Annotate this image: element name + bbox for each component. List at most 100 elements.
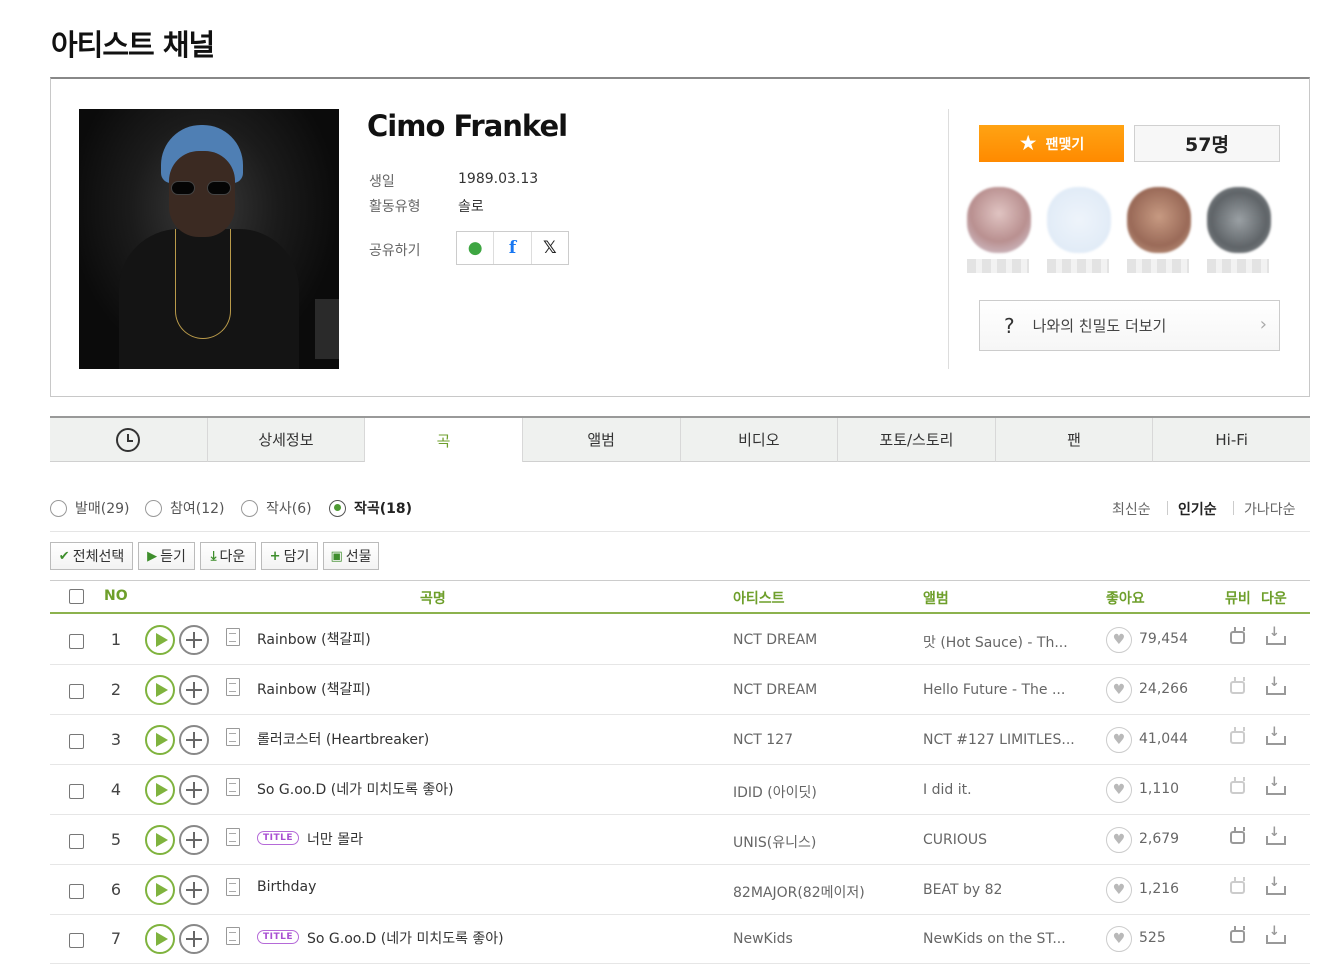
- select-all-checkbox[interactable]: [69, 589, 84, 604]
- kakao-share-icon[interactable]: ●: [457, 232, 495, 264]
- heart-icon[interactable]: ♥: [1106, 677, 1132, 703]
- heart-icon[interactable]: ♥: [1106, 627, 1132, 653]
- star-icon: ★: [1018, 131, 1038, 155]
- fan-avatar[interactable]: [1127, 187, 1191, 253]
- song-info-icon[interactable]: [226, 878, 240, 896]
- download-icon[interactable]: [1266, 625, 1286, 645]
- row-checkbox[interactable]: [69, 884, 84, 899]
- heart-icon[interactable]: ♥: [1106, 727, 1132, 753]
- add-icon[interactable]: [179, 775, 209, 805]
- heart-icon[interactable]: ♥: [1106, 827, 1132, 853]
- gift-button[interactable]: ▣ 선물: [323, 542, 379, 570]
- tab-fans[interactable]: 팬: [995, 418, 1154, 462]
- song-info-icon[interactable]: [226, 628, 240, 646]
- add-icon[interactable]: [179, 675, 209, 705]
- song-artist[interactable]: NCT 127: [733, 732, 793, 748]
- play-icon[interactable]: [145, 775, 175, 805]
- add-icon[interactable]: [179, 825, 209, 855]
- download-icon[interactable]: [1266, 725, 1286, 745]
- row-number: 1: [110, 630, 122, 649]
- download-icon[interactable]: [1266, 875, 1286, 895]
- download-selected-button[interactable]: ⤓ 다운: [200, 542, 256, 570]
- row-checkbox[interactable]: [69, 684, 84, 699]
- select-all-button[interactable]: ✔ 전체선택: [50, 542, 133, 570]
- heart-icon[interactable]: ♥: [1106, 926, 1132, 952]
- song-album[interactable]: CURIOUS: [923, 832, 987, 848]
- x-share-icon[interactable]: 𝕏: [532, 232, 568, 264]
- song-info-icon[interactable]: [226, 828, 240, 846]
- song-title[interactable]: 롤러코스터 (Heartbreaker): [257, 729, 429, 749]
- add-icon[interactable]: [179, 875, 209, 905]
- song-title[interactable]: Birthday: [257, 879, 316, 895]
- tab-songs[interactable]: 곡: [365, 418, 523, 462]
- song-album[interactable]: NCT #127 LIMITLES...: [923, 732, 1075, 748]
- play-icon[interactable]: [145, 825, 175, 855]
- row-checkbox[interactable]: [69, 634, 84, 649]
- song-info-icon[interactable]: [226, 678, 240, 696]
- song-info-icon[interactable]: [226, 778, 240, 796]
- mv-icon[interactable]: [1230, 631, 1245, 644]
- play-icon[interactable]: [145, 675, 175, 705]
- song-title[interactable]: So G.oo.D (네가 미치도록 좋아): [307, 928, 504, 948]
- mv-icon[interactable]: [1230, 831, 1245, 844]
- facebook-share-icon[interactable]: f: [494, 232, 532, 264]
- play-icon[interactable]: [145, 875, 175, 905]
- song-artist[interactable]: NewKids: [733, 931, 793, 947]
- add-icon[interactable]: [179, 625, 209, 655]
- play-icon[interactable]: [145, 924, 175, 954]
- download-icon[interactable]: [1266, 924, 1286, 944]
- add-icon[interactable]: [179, 725, 209, 755]
- song-album[interactable]: Hello Future - The ...: [923, 682, 1065, 698]
- row-checkbox[interactable]: [69, 834, 84, 849]
- sort-latest[interactable]: 최신순: [1112, 499, 1151, 519]
- play-selected-button[interactable]: ▶ 듣기: [138, 542, 195, 570]
- song-info-icon[interactable]: [226, 927, 240, 945]
- row-checkbox[interactable]: [69, 933, 84, 948]
- filter-participation[interactable]: 참여(12): [145, 498, 225, 518]
- row-checkbox[interactable]: [69, 784, 84, 799]
- fan-button[interactable]: ★ 팬맺기: [979, 125, 1124, 162]
- song-artist[interactable]: 82MAJOR(82메이저): [733, 882, 865, 902]
- song-title[interactable]: 너만 몰라: [307, 829, 363, 849]
- fan-avatar[interactable]: [1207, 187, 1271, 253]
- tab-albums[interactable]: 앨범: [522, 418, 681, 462]
- add-icon[interactable]: [179, 924, 209, 954]
- download-icon[interactable]: [1266, 675, 1286, 695]
- filter-release[interactable]: 발매(29): [50, 498, 130, 518]
- download-icon[interactable]: [1266, 825, 1286, 845]
- song-album[interactable]: I did it.: [923, 782, 972, 798]
- tab-photo-story[interactable]: 포토/스토리: [838, 418, 996, 462]
- fan-avatar[interactable]: [967, 187, 1031, 253]
- play-icon[interactable]: [145, 725, 175, 755]
- song-album[interactable]: BEAT by 82: [923, 882, 1002, 898]
- table-row: 1 Rainbow (책갈피) NCT DREAM 맛 (Hot Sauce) …: [50, 615, 1310, 665]
- song-album[interactable]: NewKids on the ST...: [923, 931, 1066, 947]
- row-checkbox[interactable]: [69, 734, 84, 749]
- song-artist[interactable]: IDID (아이딧): [733, 782, 817, 802]
- song-title[interactable]: Rainbow (책갈피): [257, 679, 371, 699]
- tab-videos[interactable]: 비디오: [680, 418, 839, 462]
- song-album[interactable]: 맛 (Hot Sauce) - Th...: [923, 632, 1068, 652]
- song-title[interactable]: Rainbow (책갈피): [257, 629, 371, 649]
- intimacy-more-button[interactable]: ? 나와의 친밀도 더보기 ›: [979, 300, 1280, 351]
- download-icon[interactable]: [1266, 775, 1286, 795]
- tab-details[interactable]: 상세정보: [207, 418, 366, 462]
- heart-icon[interactable]: ♥: [1106, 777, 1132, 803]
- tab-recent[interactable]: [50, 418, 208, 462]
- song-info-icon[interactable]: [226, 728, 240, 746]
- song-artist[interactable]: UNIS(유니스): [733, 832, 816, 852]
- add-to-playlist-button[interactable]: + 담기: [261, 542, 318, 570]
- song-artist[interactable]: NCT DREAM: [733, 632, 817, 648]
- sort-popular[interactable]: 인기순: [1178, 499, 1217, 519]
- like-count: 525: [1139, 930, 1166, 946]
- play-icon[interactable]: [145, 625, 175, 655]
- fan-avatar[interactable]: [1047, 187, 1111, 253]
- filter-lyrics[interactable]: 작사(6): [241, 498, 312, 518]
- mv-icon[interactable]: [1230, 930, 1245, 943]
- filter-composition[interactable]: 작곡(18): [329, 498, 412, 518]
- tab-hifi[interactable]: Hi-Fi: [1153, 418, 1310, 462]
- song-title[interactable]: So G.oo.D (네가 미치도록 좋아): [257, 779, 454, 799]
- song-artist[interactable]: NCT DREAM: [733, 682, 817, 698]
- sort-alphabetical[interactable]: 가나다순: [1244, 499, 1296, 519]
- heart-icon[interactable]: ♥: [1106, 877, 1132, 903]
